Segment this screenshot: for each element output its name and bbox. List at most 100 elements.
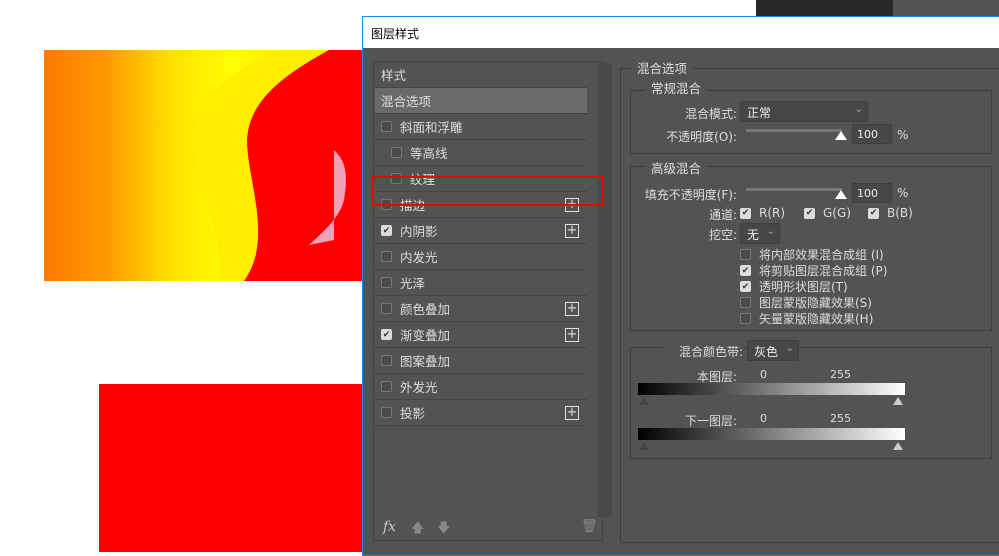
style-item-label: 内阴影 bbox=[400, 224, 438, 239]
checkbox[interactable]: ✔ bbox=[868, 207, 879, 219]
channel-label: B(B) bbox=[887, 206, 913, 220]
this-layer-white-slider[interactable] bbox=[893, 397, 903, 405]
dialog-title: 图层样式 bbox=[363, 17, 999, 48]
option-label: 图层蒙版隐藏效果(S) bbox=[759, 296, 872, 310]
style-item-label: 光泽 bbox=[400, 276, 426, 291]
style-item-label: 内发光 bbox=[400, 250, 438, 265]
blend-mode-value: 正常 bbox=[747, 106, 772, 120]
checkbox[interactable] bbox=[381, 407, 392, 418]
checkbox[interactable] bbox=[381, 121, 392, 132]
style-item-label: 图案叠加 bbox=[400, 354, 451, 369]
style-item[interactable]: 等高线 bbox=[375, 140, 587, 166]
channel-checkbox[interactable]: ✔ R(R) bbox=[740, 206, 785, 220]
advanced-blending-title: 高级混合 bbox=[645, 158, 708, 177]
move-down-icon[interactable]: 🡇 bbox=[437, 519, 450, 541]
this-layer-gradient-bar bbox=[638, 383, 905, 395]
fill-opacity-label: 填充不透明度(F): bbox=[644, 188, 737, 202]
channel-label: R(R) bbox=[759, 206, 786, 220]
style-item[interactable]: 外发光 bbox=[375, 374, 587, 400]
blend-mode-select[interactable]: 正常 ⌄ bbox=[740, 101, 868, 122]
move-up-icon[interactable]: 🡅 bbox=[411, 519, 424, 541]
checkbox[interactable] bbox=[381, 303, 392, 314]
blend-if-select[interactable]: 灰色 ⌄ bbox=[747, 340, 799, 361]
advanced-option[interactable]: 将内部效果混合成组 (I) bbox=[740, 246, 884, 263]
style-item-label: 混合选项 bbox=[381, 94, 432, 109]
fill-opacity-slider-thumb[interactable] bbox=[835, 190, 847, 199]
styles-header-label: 样式 bbox=[381, 68, 407, 83]
checkbox[interactable] bbox=[381, 277, 392, 288]
fill-opacity-unit: % bbox=[897, 186, 909, 200]
underlying-gradient-bar bbox=[638, 428, 905, 440]
fill-opacity-slider[interactable] bbox=[746, 188, 842, 191]
chevron-down-icon: ⌄ bbox=[854, 104, 863, 115]
styles-list-header[interactable]: 样式 bbox=[375, 62, 587, 88]
channel-label: G(G) bbox=[823, 206, 851, 220]
underlying-layer-label: 下一图层: bbox=[684, 414, 737, 428]
opacity-slider[interactable] bbox=[746, 129, 842, 132]
opacity-slider-thumb[interactable] bbox=[835, 131, 847, 140]
option-label: 将内部效果混合成组 (I) bbox=[759, 248, 884, 262]
advanced-option[interactable]: ✔ 透明形状图层(T) bbox=[740, 278, 848, 295]
channel-checkbox[interactable]: ✔ G(G) bbox=[804, 206, 851, 220]
blend-if-section bbox=[630, 347, 992, 459]
canvas-artwork-red bbox=[99, 384, 362, 552]
opacity-label: 不透明度(O): bbox=[666, 130, 737, 144]
checkbox[interactable] bbox=[740, 313, 751, 324]
style-item[interactable]: 图案叠加 bbox=[375, 348, 587, 374]
checkbox[interactable] bbox=[740, 297, 751, 308]
underlying-max: 255 bbox=[830, 412, 851, 425]
checkbox[interactable]: ✔ bbox=[381, 329, 392, 340]
channel-checkbox[interactable]: ✔ B(B) bbox=[868, 206, 913, 220]
blend-if-label: 混合颜色带: bbox=[663, 343, 743, 360]
style-item-label: 等高线 bbox=[410, 146, 448, 161]
this-layer-min: 0 bbox=[760, 368, 767, 381]
checkbox[interactable] bbox=[381, 251, 392, 262]
blend-if-value: 灰色 bbox=[754, 345, 779, 359]
option-label: 矢量蒙版隐藏效果(H) bbox=[759, 312, 874, 326]
style-item[interactable]: 斜面和浮雕 bbox=[375, 114, 587, 140]
fx-button[interactable]: fx bbox=[383, 519, 396, 535]
this-layer-black-slider[interactable] bbox=[639, 397, 649, 405]
advanced-option[interactable]: ✔ 将剪贴图层混合成组 (P) bbox=[740, 262, 887, 279]
add-icon[interactable]: + bbox=[565, 302, 579, 316]
advanced-option[interactable]: 图层蒙版隐藏效果(S) bbox=[740, 294, 872, 311]
checkbox[interactable] bbox=[381, 381, 392, 392]
checkbox[interactable]: ✔ bbox=[740, 281, 751, 292]
styles-list: 样式 混合选项 斜面和浮雕 等高线 纹理 描边 + ✔ 内阴影 + 内发光 光泽 颜色叠加 + ✔ 渐变叠加… bbox=[373, 61, 612, 541]
underlying-white-slider[interactable] bbox=[893, 442, 903, 450]
checkbox[interactable]: ✔ bbox=[381, 225, 392, 236]
highlight-box bbox=[372, 176, 604, 206]
option-label: 透明形状图层(T) bbox=[759, 280, 848, 294]
styles-footer: fx 🡅 🡇 🗑 bbox=[373, 517, 603, 541]
style-item[interactable]: 光泽 bbox=[375, 270, 587, 296]
add-icon[interactable]: + bbox=[565, 328, 579, 342]
channels-label: 通道: bbox=[708, 208, 737, 222]
styles-list-scrollbar[interactable] bbox=[597, 63, 612, 517]
underlying-min: 0 bbox=[760, 412, 767, 425]
opacity-unit: % bbox=[897, 128, 909, 142]
style-item[interactable]: 混合选项 bbox=[375, 88, 587, 114]
checkbox[interactable]: ✔ bbox=[804, 207, 815, 219]
style-item-label: 外发光 bbox=[400, 380, 438, 395]
opacity-input[interactable]: 100 bbox=[852, 124, 892, 144]
style-item[interactable]: 投影 + bbox=[375, 400, 587, 426]
style-item-label: 颜色叠加 bbox=[400, 302, 451, 317]
style-item[interactable]: 颜色叠加 + bbox=[375, 296, 587, 322]
style-item[interactable]: ✔ 渐变叠加 + bbox=[375, 322, 587, 348]
checkbox[interactable] bbox=[740, 249, 751, 260]
add-icon[interactable]: + bbox=[565, 224, 579, 238]
add-icon[interactable]: + bbox=[565, 406, 579, 420]
checkbox[interactable]: ✔ bbox=[740, 207, 751, 219]
underlying-black-slider[interactable] bbox=[639, 442, 649, 450]
checkbox[interactable] bbox=[391, 147, 402, 158]
general-blending-title: 常规混合 bbox=[645, 78, 708, 97]
chevron-down-icon: ⌄ bbox=[785, 343, 794, 354]
knockout-select[interactable]: 无 ⌄ bbox=[740, 223, 780, 244]
checkbox[interactable]: ✔ bbox=[740, 265, 751, 276]
fill-opacity-input[interactable]: 100 bbox=[852, 183, 892, 203]
style-item[interactable]: 内发光 bbox=[375, 244, 587, 270]
style-item[interactable]: ✔ 内阴影 + bbox=[375, 218, 587, 244]
trash-icon[interactable]: 🗑 bbox=[581, 519, 598, 534]
advanced-option[interactable]: 矢量蒙版隐藏效果(H) bbox=[740, 310, 873, 327]
checkbox[interactable] bbox=[381, 355, 392, 366]
